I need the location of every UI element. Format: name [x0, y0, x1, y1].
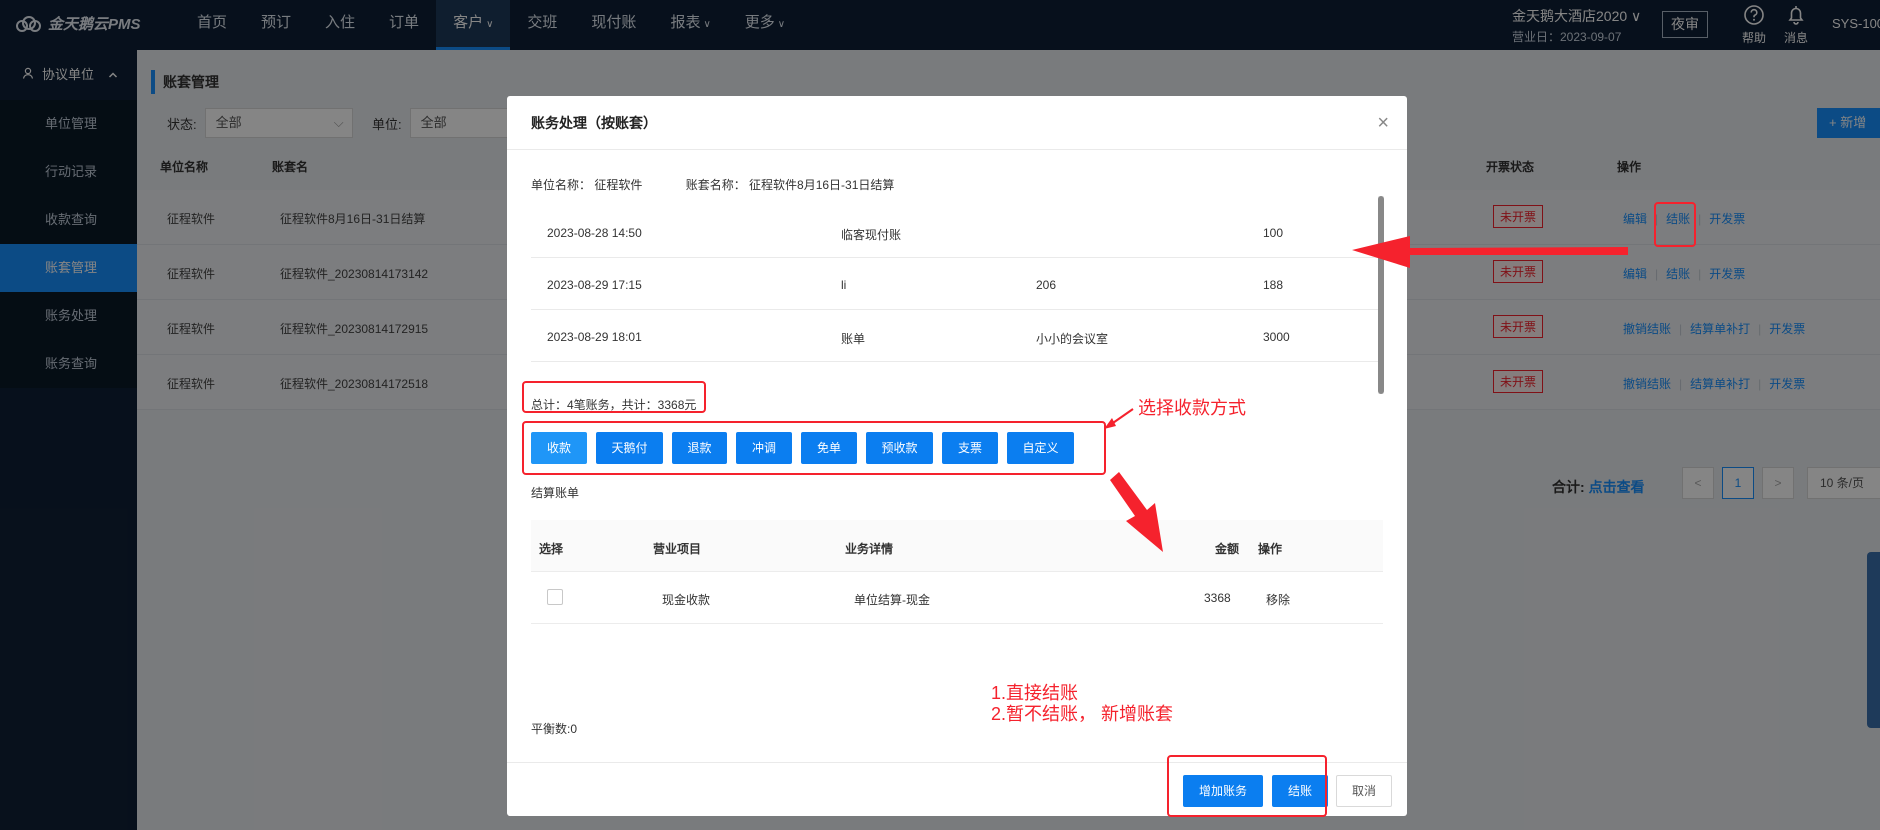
- records-scrollbar[interactable]: [1378, 196, 1384, 394]
- column-header-select: 选择: [539, 542, 564, 556]
- column-header-operations: 操作: [1258, 542, 1283, 556]
- amount-cell: 3368: [1204, 591, 1231, 605]
- account-set-name-text: 账套名称： 征程软件8月16日-31日结算: [685, 178, 895, 192]
- record-amount: 100: [1263, 226, 1284, 240]
- cancel-button[interactable]: 取消: [1336, 775, 1392, 807]
- remove-link[interactable]: 移除: [1266, 591, 1290, 608]
- item-cell: 现金收款: [662, 593, 711, 607]
- record-time: 2023-08-28 14:50: [547, 226, 642, 240]
- record-room: 206: [1036, 278, 1057, 292]
- record-room: 小小的会议室: [1036, 332, 1109, 346]
- column-header-detail: 业务详情: [845, 542, 894, 556]
- annotation-note-1: 1.直接结账: [991, 683, 1079, 703]
- unit-name-text: 单位名称： 征程软件: [531, 178, 643, 192]
- detail-cell: 单位结算-现金: [854, 593, 930, 607]
- record-time: 2023-08-29 17:15: [547, 278, 642, 292]
- account-records-list: 2023-08-28 14:50 临客现付账 100 2023-08-29 17…: [531, 206, 1381, 372]
- record-amount: 3000: [1263, 330, 1290, 344]
- record-type: li: [841, 278, 847, 292]
- annotation-box-summary: [522, 381, 706, 413]
- list-item[interactable]: 2023-08-29 18:01 账单 小小的会议室 3000: [531, 310, 1381, 362]
- settlement-section-title: 结算账单: [531, 486, 580, 500]
- close-icon[interactable]: ×: [1377, 96, 1389, 150]
- column-header-amount: 金额: [1215, 542, 1240, 556]
- annotation-box-footer-buttons: [1167, 755, 1327, 817]
- scrollbar-thumb[interactable]: [1378, 196, 1384, 394]
- record-type: 账单: [841, 332, 866, 346]
- record-type: 临客现付账: [841, 228, 902, 242]
- record-amount: 188: [1263, 278, 1284, 292]
- annotation-box-checkout-link: [1654, 202, 1696, 247]
- dialog-title: 账务处理（按账套）: [531, 115, 657, 131]
- column-header-item: 营业项目: [653, 542, 702, 556]
- list-item[interactable]: 2023-08-29 17:15 li 206 188: [531, 258, 1381, 310]
- balance-text: 平衡数:0: [531, 722, 578, 736]
- list-item[interactable]: 2023-08-28 14:50 临客现付账 100: [531, 206, 1381, 258]
- table-row: 现金收款 单位结算-现金 3368 移除: [531, 572, 1383, 624]
- record-time: 2023-08-29 18:01: [547, 330, 642, 344]
- annotation-choose-payment: 选择收款方式: [1138, 398, 1246, 418]
- account-set-info: 单位名称： 征程软件 账套名称： 征程软件8月16日-31日结算: [531, 176, 934, 193]
- dialog-header: 账务处理（按账套） ×: [507, 96, 1407, 150]
- annotation-note-2: 2.暂不结账， 新增账套: [991, 704, 1174, 724]
- settlement-table-header: 选择 营业项目 业务详情 金额 操作: [531, 520, 1383, 572]
- annotation-box-payment-methods: [522, 421, 1106, 475]
- row-select-checkbox[interactable]: [547, 589, 563, 605]
- side-floating-tab[interactable]: [1867, 552, 1880, 728]
